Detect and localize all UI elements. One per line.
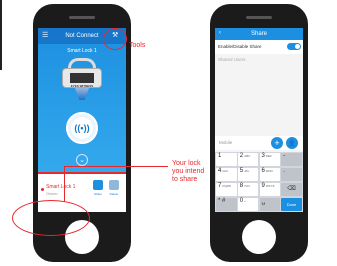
keypad-key-digit: ⌫ bbox=[287, 186, 296, 192]
keypad-key[interactable]: 9WXYZ bbox=[259, 183, 280, 196]
mobile-input[interactable]: Mobile bbox=[219, 140, 232, 145]
keypad-key-digit: ␣ bbox=[261, 199, 266, 205]
keypad-key[interactable]: 3DEF bbox=[259, 153, 280, 166]
lock-highlight-ellipse bbox=[12, 200, 90, 236]
keypad-key[interactable]: 2ABC bbox=[237, 153, 259, 166]
lock-list-item-role: Owner bbox=[46, 191, 58, 196]
keypad-key-letters: TUV bbox=[244, 184, 251, 188]
broadcast-icon: ((•)) bbox=[71, 117, 93, 139]
mobile-input-row: Mobile + 👤 bbox=[215, 136, 303, 150]
add-icon[interactable]: + bbox=[271, 137, 283, 149]
keypad-key-digit: 9 bbox=[261, 183, 265, 189]
lock-brand-logo: EYES WITNESS bbox=[70, 84, 94, 88]
share-toggle-label: Enable/Disable Share bbox=[218, 44, 262, 49]
keypad-key-digit: . bbox=[283, 168, 285, 174]
keypad-key[interactable]: 6MNO bbox=[259, 168, 280, 181]
lock-status-dot bbox=[41, 188, 44, 191]
chevron-down-icon[interactable]: ⌄ bbox=[76, 154, 88, 166]
share-toggle[interactable] bbox=[287, 43, 301, 50]
page-edge-line bbox=[0, 0, 2, 70]
share-toggle-row: Enable/Disable Share bbox=[215, 40, 303, 54]
panel-divider bbox=[38, 172, 126, 174]
lock-annotation-line-2: you intend bbox=[172, 168, 205, 175]
share-header-bar: ‹ Share bbox=[215, 28, 303, 40]
keypad-key-letters: + bbox=[244, 199, 246, 203]
share-title: Share bbox=[250, 31, 267, 37]
phone-speaker bbox=[69, 16, 95, 19]
tools-annotation: Tools bbox=[129, 42, 146, 49]
keypad-key[interactable]: 7PQRS bbox=[216, 183, 237, 196]
lock-annotation-line-3: to share bbox=[172, 176, 198, 183]
keypad-key-digit: 2 bbox=[239, 153, 244, 159]
keypad-key-digit: 3 bbox=[261, 153, 265, 159]
delete-label: Delete bbox=[109, 192, 119, 196]
keypad-key-letters: GHI bbox=[222, 169, 228, 173]
keypad-key-digit: Done bbox=[286, 202, 297, 207]
lock-image: EYES WITNESS bbox=[62, 58, 102, 100]
keypad-key-digit: 0 bbox=[239, 198, 244, 204]
lock-annotation-line-1: Your lock bbox=[172, 160, 201, 167]
keypad-key[interactable]: ⌫ bbox=[281, 183, 302, 196]
keypad-key-letters: WXYZ bbox=[265, 184, 275, 188]
lock-annotation: Your lock you intend to share bbox=[172, 160, 204, 184]
keypad-key-letters: DEF bbox=[265, 154, 272, 158]
callout-line-horizontal bbox=[64, 166, 168, 167]
lock-beam bbox=[75, 88, 89, 100]
keypad-key-digit: 8 bbox=[239, 183, 244, 189]
keypad-key[interactable]: 5JKL bbox=[237, 168, 259, 181]
keypad-key-letters: ABC bbox=[244, 154, 251, 158]
keypad-key[interactable]: 4GHI bbox=[216, 168, 237, 181]
share-icon bbox=[93, 180, 103, 190]
keypad-key-digit: 6 bbox=[261, 168, 265, 174]
keypad-key[interactable]: 0+ bbox=[237, 198, 259, 211]
phone-frame-share: ‹ Share Enable/Disable Share Shared User… bbox=[210, 4, 308, 262]
keypad-key[interactable]: 1 bbox=[216, 153, 237, 166]
callout-line-vertical bbox=[64, 166, 65, 202]
numeric-keypad: 1 2ABC 3DEF -4GHI 5JKL 6MNO. 7PQRS 8TUV 9WXYZ ⌫ * … bbox=[215, 152, 303, 212]
delete-button[interactable]: Delete bbox=[106, 180, 122, 196]
keypad-key[interactable]: - bbox=[281, 153, 302, 166]
keypad-key-digit: 4 bbox=[218, 168, 222, 174]
keypad-key-digit: 7 bbox=[218, 183, 222, 189]
lock-list-item-name[interactable]: Smart Lock 1 bbox=[46, 184, 75, 190]
keypad-key-digit: 5 bbox=[239, 168, 244, 174]
trash-icon bbox=[109, 180, 119, 190]
keypad-key[interactable]: ␣ bbox=[259, 198, 280, 211]
keypad-key-digit: - bbox=[283, 153, 286, 159]
keypad-key[interactable]: * # bbox=[216, 198, 237, 211]
tools-highlight-ellipse bbox=[103, 28, 127, 50]
home-button[interactable] bbox=[242, 220, 276, 254]
unlock-button[interactable]: ((•)) bbox=[66, 112, 98, 144]
keypad-key-digit: * # bbox=[218, 198, 226, 204]
keypad-key-letters: JKL bbox=[244, 169, 250, 173]
lock-face bbox=[70, 73, 94, 83]
shared-users-label: Shared Users bbox=[218, 57, 246, 62]
toggle-knob bbox=[295, 44, 300, 49]
main-screen: ☰ Not Connect ⚒ Smart Lock 1 EYES WITNES… bbox=[38, 28, 126, 212]
keypad-key[interactable]: 8TUV bbox=[237, 183, 259, 196]
share-screen: ‹ Share Enable/Disable Share Shared User… bbox=[215, 28, 303, 212]
share-button[interactable]: Share bbox=[90, 180, 106, 196]
keypad-key-letters: MNO bbox=[265, 169, 273, 173]
contact-icon[interactable]: 👤 bbox=[286, 137, 298, 149]
phone-speaker bbox=[246, 16, 272, 19]
keypad-key-digit: 1 bbox=[218, 153, 222, 159]
keypad-key[interactable]: Done bbox=[281, 198, 302, 211]
share-label: Share bbox=[93, 192, 102, 196]
keypad-key-letters: PQRS bbox=[222, 184, 231, 188]
keypad-key[interactable]: . bbox=[281, 168, 302, 181]
